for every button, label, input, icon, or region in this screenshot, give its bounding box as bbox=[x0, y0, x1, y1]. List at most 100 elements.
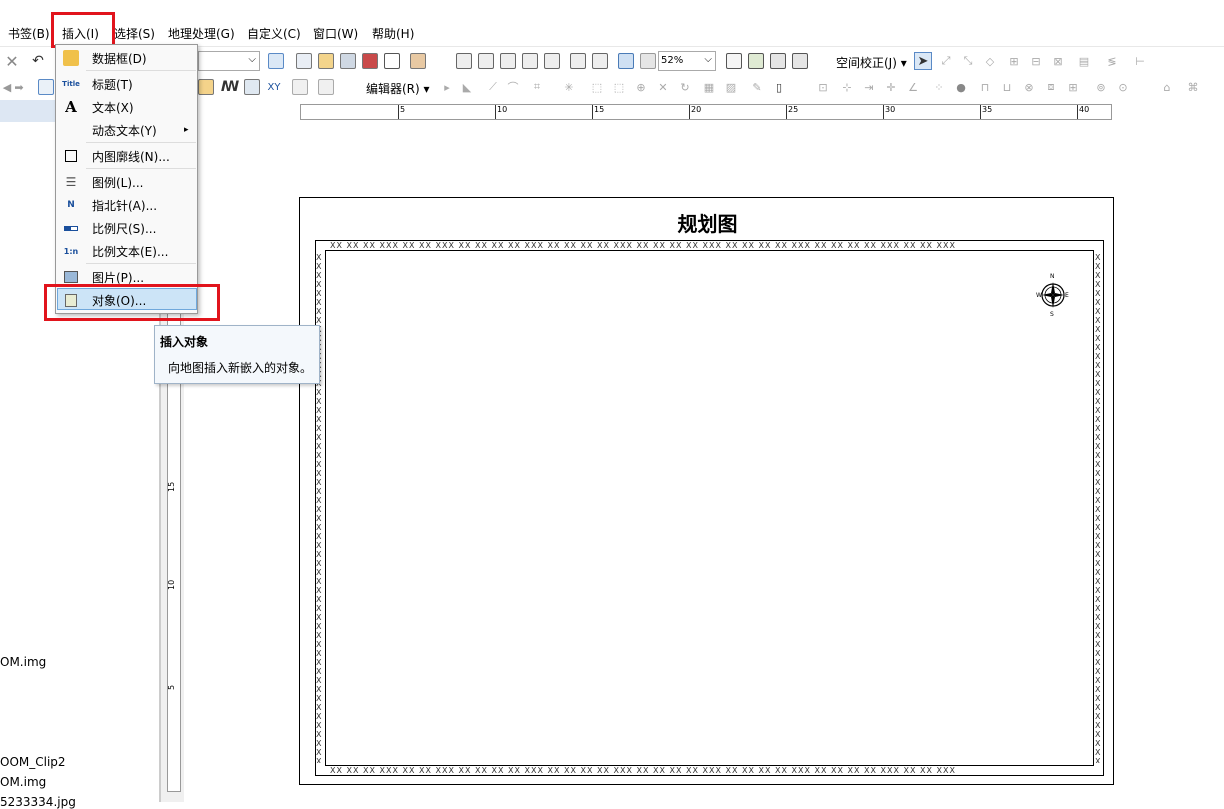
model-builder-icon[interactable] bbox=[410, 53, 426, 69]
attributes-icon[interactable]: ▦ bbox=[702, 78, 716, 96]
layout-page[interactable]: 规划图 XX XX XX XXX XX XX XXX XX XX XX XX X… bbox=[299, 197, 1114, 785]
menu-item-title[interactable]: Title 标题(T) bbox=[57, 73, 197, 95]
full-page-icon[interactable] bbox=[522, 53, 538, 69]
edit-tool-icon[interactable]: ▸ bbox=[440, 78, 454, 96]
pan-page-icon[interactable] bbox=[500, 53, 516, 69]
menu-item-legend[interactable]: ☰ 图例(L)... bbox=[57, 171, 197, 193]
view-link-table-icon[interactable]: ⊠ bbox=[1050, 52, 1066, 70]
parcel-icon[interactable]: ⊔ bbox=[1000, 78, 1014, 96]
go-to-xy-icon[interactable]: XY bbox=[266, 78, 282, 96]
fixed-zoom-in-icon[interactable] bbox=[570, 53, 586, 69]
globe-icon[interactable]: ⊚ bbox=[1094, 78, 1108, 96]
limited-adjust-icon[interactable]: ⊟ bbox=[1028, 52, 1044, 70]
angle-icon[interactable]: ∠ bbox=[906, 78, 920, 96]
zoom-100-icon[interactable] bbox=[544, 53, 560, 69]
rotate-icon[interactable]: ↻ bbox=[678, 78, 692, 96]
split-icon[interactable]: ✕ bbox=[656, 78, 670, 96]
toggle-draft-icon[interactable] bbox=[726, 53, 742, 69]
multi-link-icon[interactable]: ◇ bbox=[982, 52, 998, 70]
layer-item[interactable]: OOM_Clip2 bbox=[0, 755, 66, 769]
point-icon[interactable]: ✳ bbox=[562, 78, 576, 96]
scale-combo[interactable]: ⌵ bbox=[198, 51, 260, 71]
find-route-icon[interactable] bbox=[244, 79, 260, 95]
next-extent-icon[interactable] bbox=[640, 53, 656, 69]
find-icon[interactable]: ꟿ bbox=[221, 78, 240, 96]
menu-selection[interactable]: 选择(S) bbox=[114, 25, 155, 42]
animation-icon[interactable]: ⌂ bbox=[1160, 78, 1174, 96]
select-features-icon[interactable] bbox=[38, 79, 54, 95]
menu-item-north-arrow[interactable]: N 指北针(A)... bbox=[57, 194, 197, 216]
measure-icon[interactable] bbox=[198, 79, 214, 95]
editor-dropdown[interactable]: 编辑器(R) ▾ bbox=[366, 80, 430, 97]
toc-icon[interactable] bbox=[340, 53, 356, 69]
new-displacement-link-icon[interactable]: ⤢ bbox=[938, 52, 954, 70]
identity-link-icon[interactable]: ⊞ bbox=[1006, 52, 1022, 70]
python-window-icon[interactable] bbox=[384, 53, 400, 69]
menu-item-dynamic-text[interactable]: 动态文本(Y) ▸ bbox=[57, 119, 197, 141]
edit-annotation-icon[interactable]: ◣ bbox=[460, 78, 474, 96]
focus-data-frame-icon[interactable] bbox=[748, 53, 764, 69]
time-slider-icon[interactable] bbox=[292, 79, 308, 95]
undo-icon[interactable]: ↶ bbox=[30, 52, 46, 70]
control-point-icon[interactable]: ⊹ bbox=[840, 78, 854, 96]
menu-window[interactable]: 窗口(W) bbox=[313, 25, 358, 42]
fixed-zoom-out-icon[interactable] bbox=[592, 53, 608, 69]
menu-item-scale-text[interactable]: 1:n 比例文本(E)... bbox=[57, 240, 197, 262]
menu-item-data-frame[interactable]: 数据框(D) bbox=[57, 47, 197, 69]
edit-vertices-icon[interactable] bbox=[268, 53, 284, 69]
cut-polygons-icon[interactable]: ⊕ bbox=[634, 78, 648, 96]
ruler-tick: 10 bbox=[495, 105, 507, 119]
georef-icon[interactable]: ⊡ bbox=[816, 78, 830, 96]
menu-bookmarks[interactable]: 书签(B) bbox=[8, 25, 50, 42]
menu-geoprocessing[interactable]: 地理处理(G) bbox=[168, 25, 235, 42]
topology-icon[interactable]: ▯ bbox=[772, 78, 786, 96]
data-driven-pages-icon[interactable] bbox=[792, 53, 808, 69]
menu-item-neatline[interactable]: 内图廓线(N)... bbox=[57, 145, 197, 167]
reshape-icon[interactable]: ⬚ bbox=[612, 78, 626, 96]
layer-item[interactable]: 5233334.jpg bbox=[0, 795, 76, 809]
link-icon[interactable]: ⇥ bbox=[862, 78, 876, 96]
change-layout-icon[interactable] bbox=[770, 53, 786, 69]
attribute-transfer-icon[interactable]: ▤ bbox=[1076, 52, 1092, 70]
circle-icon[interactable]: ● bbox=[954, 78, 968, 96]
select-elements-icon[interactable]: ➤ bbox=[914, 52, 932, 70]
menu-item-text[interactable]: A 文本(X) bbox=[57, 96, 197, 118]
modify-link-icon[interactable]: ⤡ bbox=[960, 52, 976, 70]
network-icon[interactable]: ⊗ bbox=[1022, 78, 1036, 96]
schematic-icon[interactable]: ⧈ bbox=[1044, 78, 1058, 96]
straight-segment-icon[interactable]: ⟋ bbox=[486, 78, 500, 96]
layer-item[interactable]: OM.img bbox=[0, 775, 46, 789]
zoom-out-page-icon[interactable] bbox=[478, 53, 494, 69]
viewer-window-icon[interactable] bbox=[318, 79, 334, 95]
cogo-icon[interactable]: ⊓ bbox=[978, 78, 992, 96]
3d-icon[interactable]: ⊙ bbox=[1116, 78, 1130, 96]
edge-match-icon[interactable]: ≶ bbox=[1104, 52, 1120, 70]
layer-item[interactable]: OM.img bbox=[0, 655, 46, 669]
effects-icon[interactable]: ⌘ bbox=[1186, 78, 1200, 96]
zoom-in-page-icon[interactable] bbox=[456, 53, 472, 69]
spatial-adjustment-dropdown[interactable]: 空间校正(J) ▾ bbox=[836, 54, 907, 71]
sketch-properties-icon[interactable]: ▨ bbox=[724, 78, 738, 96]
menu-customize[interactable]: 自定义(C) bbox=[247, 25, 301, 42]
delete-icon[interactable]: ✕ bbox=[4, 52, 20, 71]
cross-icon[interactable]: ✛ bbox=[884, 78, 898, 96]
layout-view-icon[interactable] bbox=[296, 53, 312, 69]
compass-s: S bbox=[1050, 311, 1054, 316]
menu-item-scale-bar[interactable]: 比例尺(S)... bbox=[57, 217, 197, 239]
options-icon[interactable]: ⊢ bbox=[1132, 52, 1148, 70]
table-icon[interactable]: ⊞ bbox=[1066, 78, 1080, 96]
map-frame-inner[interactable] bbox=[325, 250, 1094, 766]
snap-icon[interactable]: ⁘ bbox=[932, 78, 946, 96]
catalog-icon[interactable] bbox=[318, 53, 334, 69]
zoom-combo[interactable]: 52% ⌵ bbox=[658, 51, 716, 71]
north-arrow-icon[interactable]: N S W E bbox=[1036, 272, 1070, 316]
arrow-forward-icon[interactable]: ➡ bbox=[12, 78, 26, 96]
previous-extent-icon[interactable] bbox=[618, 53, 634, 69]
create-features-icon[interactable]: ✎ bbox=[750, 78, 764, 96]
endpoint-arc-icon[interactable]: ⌒ bbox=[506, 78, 520, 96]
trace-icon[interactable]: ⌗ bbox=[530, 78, 544, 96]
menu-help[interactable]: 帮助(H) bbox=[372, 25, 414, 42]
map-title[interactable]: 规划图 bbox=[300, 208, 1115, 237]
edit-vertices-2-icon[interactable]: ⬚ bbox=[590, 78, 604, 96]
toolbox-icon[interactable] bbox=[362, 53, 378, 69]
